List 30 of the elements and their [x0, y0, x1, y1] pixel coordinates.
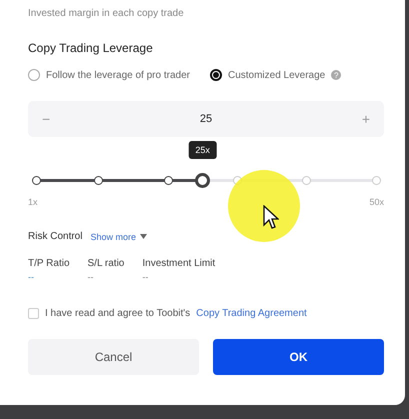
column-value: -- — [142, 273, 150, 282]
hint-text: Invested margin in each copy trade — [28, 8, 185, 19]
cancel-button[interactable]: Cancel — [28, 339, 199, 375]
agree-checkbox[interactable] — [28, 308, 39, 319]
radio-option[interactable]: Customized Leverage ? — [210, 69, 342, 81]
option-label: Customized Leverage — [228, 70, 326, 80]
max-label: 50x — [369, 197, 384, 207]
column-label: S/L ratio — [88, 258, 124, 269]
slider-tick — [164, 176, 174, 185]
risk-control-title: Risk Control — [28, 231, 82, 242]
radio-option[interactable]: Follow the leverage of pro trader — [28, 69, 190, 81]
option-label: Follow the leverage of pro trader — [46, 70, 190, 80]
slider-tick — [32, 176, 40, 185]
column-label: T/P Ratio — [28, 258, 70, 269]
show-more-link[interactable]: Show more — [90, 232, 147, 242]
agreement-text: I have read and agree to Toobit's — [45, 308, 190, 319]
cursor-icon — [263, 205, 279, 229]
section-title: Copy Trading Leverage — [28, 41, 154, 55]
agreement-link[interactable]: Copy Trading Agreement — [196, 308, 307, 319]
column-value: -- — [88, 273, 94, 282]
column-value: -- — [28, 273, 35, 282]
value-tooltip: 25x — [188, 141, 217, 159]
ok-button[interactable]: OK — [213, 339, 384, 375]
slider-tick — [302, 176, 312, 185]
slider-tick — [94, 176, 103, 185]
leverage-value: 25 — [200, 113, 212, 125]
column-label: Investment Limit — [142, 258, 216, 269]
slider-tick — [372, 176, 380, 185]
slider-thumb[interactable] — [195, 173, 210, 188]
min-label: 1x — [28, 197, 38, 207]
